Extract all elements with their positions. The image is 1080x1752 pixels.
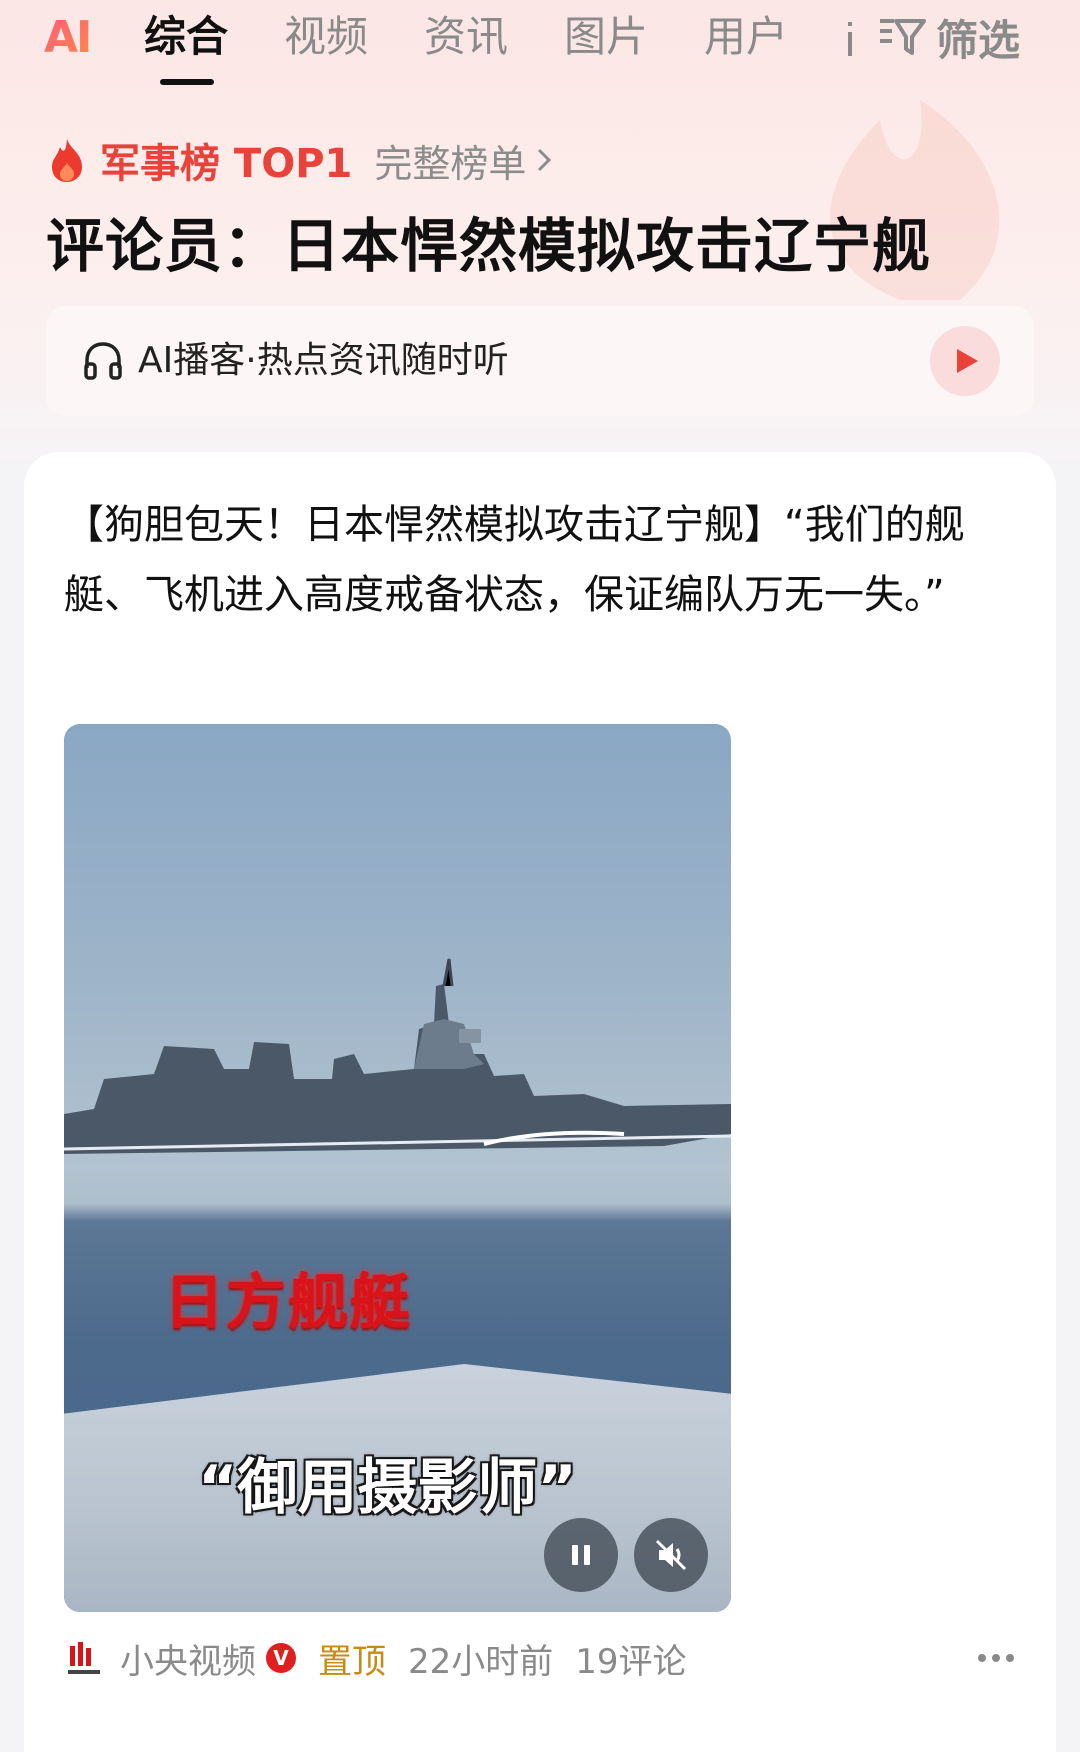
full-list-link[interactable]: 完整榜单	[374, 133, 526, 188]
more-options-icon[interactable]	[976, 1652, 1016, 1664]
tab-comprehensive[interactable]: 综合	[144, 12, 228, 62]
topic-headline[interactable]: 评论员：日本悍然模拟攻击辽宁舰	[46, 210, 931, 282]
tab-video[interactable]: 视频	[284, 12, 368, 62]
hot-ranking-row[interactable]: 军事榜 TOP1 完整榜单	[48, 133, 552, 188]
source-logo-icon[interactable]	[64, 1638, 104, 1678]
post-meta-row: 小央视频 V 置顶 22小时前 19评论	[64, 1630, 709, 1686]
play-icon	[957, 349, 978, 373]
tab-images[interactable]: 图片	[564, 12, 648, 62]
filter-label: 筛选	[936, 15, 1021, 65]
active-tab-indicator	[160, 79, 214, 85]
comment-count[interactable]: 19评论	[575, 1634, 686, 1683]
muted-speaker-icon	[655, 1539, 687, 1571]
tab-users[interactable]: 用户	[704, 12, 788, 62]
ai-podcast-bar[interactable]: AI播客·热点资讯随时听	[46, 306, 1034, 416]
filter-button[interactable]: 筛选	[878, 12, 1020, 65]
ai-tab[interactable]: AI	[44, 14, 92, 62]
post-text[interactable]: 【狗胆包天！日本悍然模拟攻击辽宁舰】“我们的舰艇、飞机进入高度戒备状态，保证编队…	[64, 490, 1024, 630]
chevron-right-icon	[538, 148, 552, 172]
tab-news[interactable]: 资讯	[424, 12, 508, 62]
post-time: 22小时前	[408, 1641, 554, 1682]
search-tab-bar: AI 综合 视频 资讯 图片 用户 筛选	[0, 0, 1080, 90]
video-caption-red: 日方舰艇	[164, 1268, 412, 1338]
filter-icon	[880, 19, 926, 55]
ranking-title: 军事榜 TOP1	[100, 141, 353, 187]
podcast-label: AI播客·热点资讯随时听	[138, 340, 509, 381]
video-caption-white: “御用摄影师”	[198, 1453, 577, 1523]
tab-overflow-divider	[848, 22, 852, 56]
headphones-icon	[84, 342, 122, 380]
verified-badge: V	[266, 1643, 296, 1673]
pinned-label: 置顶	[318, 1641, 386, 1682]
flame-icon	[52, 139, 82, 182]
mute-button[interactable]	[634, 1518, 708, 1592]
podcast-play-button[interactable]	[930, 326, 1000, 396]
source-name[interactable]: 小央视频	[120, 1634, 256, 1683]
pause-button[interactable]	[544, 1518, 618, 1592]
pause-icon	[572, 1545, 590, 1565]
video-player[interactable]: 日方舰艇 “御用摄影师”	[64, 724, 731, 1612]
